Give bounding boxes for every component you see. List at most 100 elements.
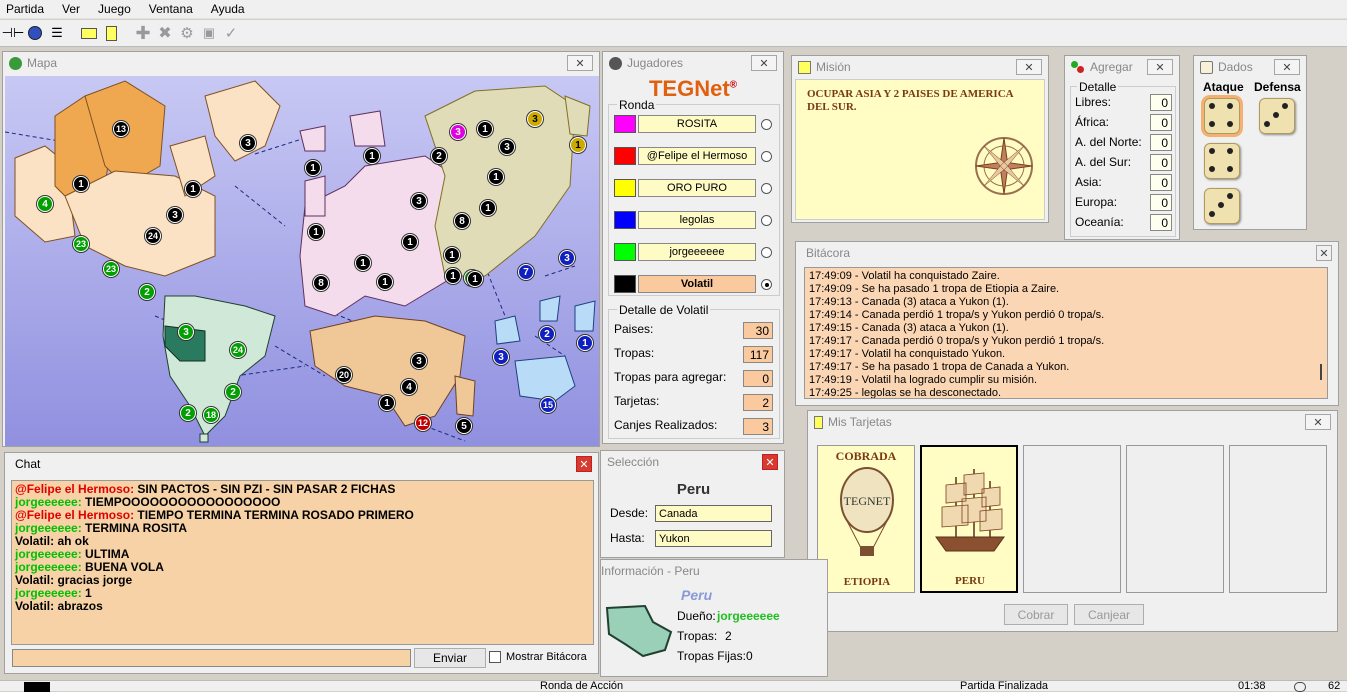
cards-window: Mis Tarjetas ✕ COBRADA TEGNET ETIOPIA PE… [807,410,1338,632]
region-indonesia[interactable] [494,315,521,345]
menu-ventana[interactable]: Ventana [149,2,193,16]
region-madagascar[interactable] [454,375,476,417]
player-row[interactable]: ORO PURO [614,179,774,197]
region-australia[interactable] [514,355,576,402]
player-color-swatch [614,211,636,229]
fixed-troops-label: Tropas Fijas: [677,649,746,663]
player-row[interactable]: jorgeeeeee [614,243,774,261]
player-name: ORO PURO [638,179,756,197]
agregar-label: Asia: [1075,175,1102,189]
ronda-group: Ronda ROSITA @Felipe el Hermoso ORO PURO le… [608,98,780,296]
chat-text: TERMINA ROSITA [81,521,188,535]
region-uk[interactable] [304,175,326,217]
status-ping: 62 [1328,680,1341,692]
player-radio[interactable] [761,279,772,290]
menu-ayuda[interactable]: Ayuda [211,2,245,16]
region-africa[interactable] [309,315,466,427]
close-icon[interactable]: ✕ [1305,414,1331,430]
logo-registered: ® [729,79,738,91]
player-row[interactable]: Volatil [614,275,774,293]
close-icon[interactable]: ✕ [576,456,592,472]
chat-message: Volatil: gracias jorge [15,574,590,587]
player-radio[interactable] [761,151,772,162]
log-line: 17:49:09 - Volatil ha conquistado Zaire. [809,270,1000,282]
chat-input[interactable] [12,649,411,667]
dice-window: Dados ✕ Ataque Defensa [1193,55,1307,230]
region-sumatra[interactable] [539,295,561,322]
card-icon[interactable] [79,23,99,43]
player-radio[interactable] [761,119,772,130]
canjear-button[interactable]: Canjear [1074,604,1144,625]
close-icon[interactable]: ✕ [751,55,777,71]
player-radio[interactable] [761,215,772,226]
region-iceland[interactable] [299,125,326,152]
player-row[interactable]: ROSITA [614,115,774,133]
show-log-checkbox[interactable] [489,651,501,663]
region-south-america[interactable] [162,295,276,437]
connect-icon[interactable]: ⊣⊢ [2,23,25,43]
log-scrollbar[interactable] [1315,268,1327,398]
compass-icon [975,137,1033,195]
region-java[interactable] [574,300,596,332]
close-icon[interactable]: ✕ [1016,59,1042,75]
region-small-island[interactable] [199,433,209,443]
card-slot-5[interactable] [1229,445,1327,593]
region-greenland[interactable] [204,80,281,162]
chat-message: jorgeeeeee: TERMINA ROSITA [15,522,590,535]
player-radio[interactable] [761,247,772,258]
hasta-field[interactable]: Yukon [655,530,772,547]
player-radio[interactable] [761,183,772,194]
region-britain[interactable] [349,110,386,147]
chat-text: gracias jorge [54,573,133,587]
card-slot-4[interactable] [1126,445,1224,593]
cobrar-button[interactable]: Cobrar [1004,604,1068,625]
regroup-icon[interactable]: ⚙ [177,23,197,43]
detalle-group: Detalle de Volatil Paises: 30 Tropas: 117 Tr… [608,303,780,439]
attack-icon[interactable]: ✖ [155,23,175,43]
troops-value: 2 [725,629,732,643]
list-icon[interactable]: ☰ [47,23,67,43]
close-icon[interactable]: ✕ [1316,245,1332,261]
chat-messages[interactable]: @Felipe el Hermoso: SIN PACTOS - SIN PZI… [11,480,594,645]
mission-icon[interactable] [101,23,121,43]
close-icon[interactable]: ✕ [1274,59,1300,75]
card-slot-2[interactable]: PERU [920,445,1018,593]
player-row[interactable]: legolas [614,211,774,229]
owner-value: jorgeeeeee [717,609,780,623]
send-button[interactable]: Enviar [414,648,486,668]
card-country-name: ETIOPIA [843,576,891,588]
menu-bar: Partida Ver Juego Ventana Ayuda [0,0,1347,19]
balloon-icon [840,467,894,556]
close-icon[interactable]: ✕ [1147,59,1173,75]
add-icon[interactable]: ✚ [133,23,153,43]
chat-user: jorgeeeeee: [15,560,82,574]
card-icon [814,415,823,429]
player-color-swatch [614,147,636,165]
menu-partida[interactable]: Partida [6,2,44,16]
card-slot-1[interactable]: COBRADA TEGNET ETIOPIA [817,445,915,593]
player-row[interactable]: @Felipe el Hermoso [614,147,774,165]
card-slot-3[interactable] [1023,445,1121,593]
stat-value: 0 [743,370,773,387]
close-icon[interactable]: ✕ [762,454,778,470]
chat-user: Volatil: [15,599,55,613]
world-map[interactable] [5,76,599,446]
agregar-value: 0 [1150,134,1172,151]
globe-icon[interactable] [25,23,45,43]
log-box[interactable]: 17:49:09 - Volatil ha conquistado Zaire.… [804,267,1328,399]
chat-text: ah ok [54,534,89,548]
selection-title-bar: Selección ✕ [601,451,784,473]
menu-ver[interactable]: Ver [62,2,80,16]
desde-field[interactable]: Canada [655,505,772,522]
close-icon[interactable]: ✕ [567,55,593,71]
show-log-label: Mostrar Bitácora [506,651,587,663]
agregar-label: Libres: [1075,95,1112,109]
defense-label: Defensa [1254,80,1301,94]
region-asia[interactable] [424,85,576,277]
stat-value: 117 [743,346,773,363]
check-icon[interactable]: ✓ [221,23,241,43]
log-window: Bitácora ✕ 17:49:09 - Volatil ha conquis… [795,241,1339,406]
card-logo: TEGNET [843,494,891,508]
menu-juego[interactable]: Juego [98,2,131,16]
cards-icon[interactable]: ▣ [199,23,219,43]
